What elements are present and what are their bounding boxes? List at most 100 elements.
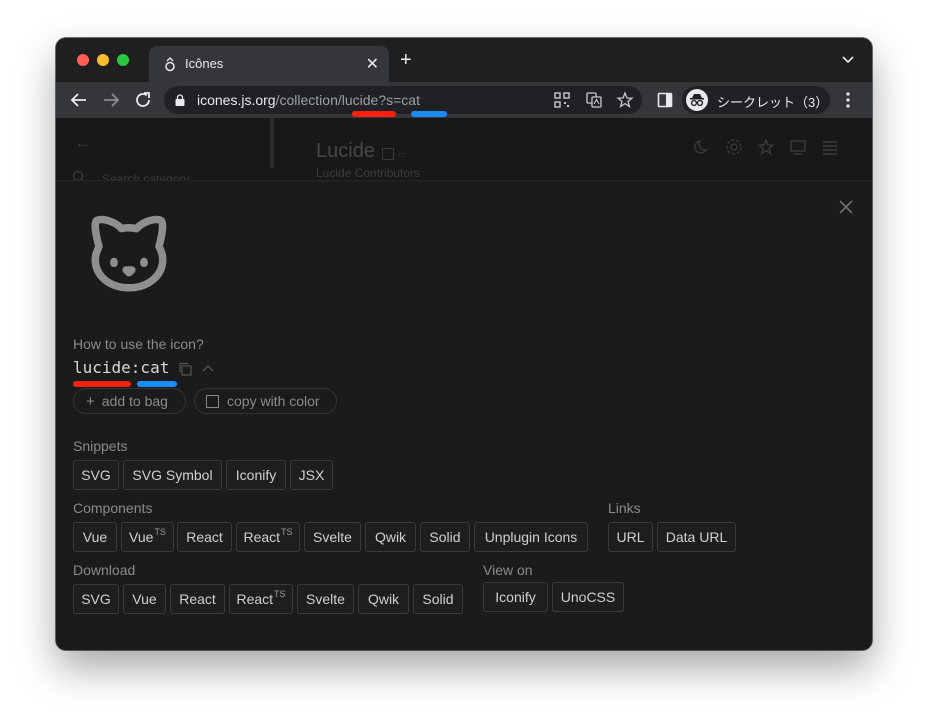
bookmark-star-icon[interactable] <box>616 91 634 109</box>
component-solid-button[interactable]: Solid <box>420 522 470 552</box>
chip-label: Solid <box>429 529 461 545</box>
download-label: Download <box>73 562 136 578</box>
collection-title: Lucide <box>316 140 375 162</box>
view-on-unocss-button[interactable]: UnoCSS <box>552 582 624 612</box>
favicon-icon <box>165 57 175 72</box>
download-solid-button[interactable]: Solid <box>413 584 463 614</box>
name-underline-annotation <box>137 381 177 387</box>
forward-arrow-icon[interactable] <box>100 89 122 111</box>
icon-identifier[interactable]: lucide:cat <box>73 358 169 377</box>
chip-label: Unplugin Icons <box>484 529 578 545</box>
snippet-iconify-button[interactable]: Iconify <box>226 460 286 490</box>
side-panel-icon[interactable] <box>657 92 673 108</box>
tab-search-chevron-icon[interactable] <box>842 54 854 64</box>
lock-icon <box>175 94 185 106</box>
chip-label: Solid <box>422 591 454 607</box>
download-react-ts-button[interactable]: React TS <box>229 584 293 614</box>
chip-label: React <box>243 529 281 545</box>
back-arrow-icon[interactable] <box>68 89 90 111</box>
download-svelte-button[interactable]: Svelte <box>297 584 354 614</box>
chip-label: Vue <box>132 591 157 607</box>
browser-menu-icon[interactable] <box>846 92 850 108</box>
close-icon[interactable] <box>838 199 854 215</box>
external-link-icon <box>382 148 394 160</box>
window-close-button[interactable] <box>77 54 89 66</box>
incognito-icon <box>686 89 708 111</box>
usage-heading: How to use the icon? <box>73 336 204 352</box>
download-svg-button[interactable]: SVG <box>73 584 119 614</box>
gear-icon <box>726 139 742 155</box>
component-vue-ts-button[interactable]: Vue TS <box>121 522 174 552</box>
incognito-label: シークレット（3） <box>717 95 829 110</box>
copy-with-color-label: copy with color <box>227 393 320 409</box>
sidebar-divider <box>270 118 274 168</box>
list-icon <box>823 141 837 155</box>
components-label: Components <box>73 500 153 516</box>
chip-label: Svelte <box>306 591 345 607</box>
plus-icon: + <box>86 392 95 410</box>
chip-sup: TS <box>281 527 293 537</box>
tab-strip: Icônes ✕ + <box>56 38 872 82</box>
search-underline-annotation <box>411 111 447 117</box>
icon-detail-panel: How to use the icon? lucide:cat + add to… <box>56 180 872 650</box>
chip-sup: TS <box>154 527 166 537</box>
chip-label: Qwik <box>367 591 400 607</box>
view-on-label: View on <box>483 562 533 578</box>
chevron-up-icon[interactable] <box>202 364 214 372</box>
snippet-svg-symbol-button[interactable]: SVG Symbol <box>123 460 222 490</box>
url-text: icones.js.org/collection/lucide?s=cat <box>197 92 420 108</box>
chip-sup: TS <box>274 589 286 599</box>
add-to-bag-button[interactable]: + add to bag <box>73 388 186 414</box>
copy-with-color-toggle[interactable]: copy with color <box>194 388 337 414</box>
collection-author: Lucide Contributors <box>316 166 421 180</box>
tab-close-icon[interactable]: ✕ <box>366 54 379 74</box>
download-react-button[interactable]: React <box>170 584 225 614</box>
incognito-profile-button[interactable]: シークレット（3） <box>682 86 830 114</box>
component-react-button[interactable]: React <box>177 522 232 552</box>
chip-label: SVG <box>81 591 111 607</box>
chip-label: Svelte <box>313 529 352 545</box>
chip-label: Vue <box>82 529 108 545</box>
copy-icon[interactable] <box>178 362 192 376</box>
select-icon <box>790 140 806 155</box>
link-data-url-button[interactable]: Data URL <box>657 522 736 552</box>
browser-tab[interactable]: Icônes ✕ <box>149 46 389 82</box>
add-to-bag-label: add to bag <box>101 393 168 409</box>
address-bar[interactable]: icones.js.org/collection/lucide?s=cat <box>164 86 642 114</box>
collection-underline-annotation <box>352 111 396 117</box>
tab-title: Icônes <box>185 56 224 71</box>
chip-label: React <box>236 591 274 607</box>
download-qwik-button[interactable]: Qwik <box>358 584 409 614</box>
component-qwik-button[interactable]: Qwik <box>365 522 416 552</box>
links-label: Links <box>608 500 641 516</box>
download-vue-button[interactable]: Vue <box>123 584 166 614</box>
back-arrow-icon: ← <box>74 132 92 152</box>
snippet-svg-button[interactable]: SVG <box>73 460 119 490</box>
window-minimize-button[interactable] <box>97 54 109 66</box>
snippets-label: Snippets <box>73 438 128 454</box>
component-svelte-button[interactable]: Svelte <box>304 522 361 552</box>
component-unplugin-icons-button[interactable]: Unplugin Icons <box>474 522 588 552</box>
checkbox-icon <box>206 394 219 408</box>
link-url-button[interactable]: URL <box>608 522 653 552</box>
window-maximize-button[interactable] <box>117 54 129 66</box>
new-tab-icon[interactable]: + <box>400 50 412 70</box>
license-tag-icon: ▭ <box>398 150 406 159</box>
chip-label: React <box>186 529 223 545</box>
snippet-jsx-button[interactable]: JSX <box>290 460 333 490</box>
moon-icon <box>694 140 708 154</box>
translate-icon[interactable] <box>585 91 603 109</box>
component-react-ts-button[interactable]: React TS <box>236 522 300 552</box>
url-path: /collection/lucide?s=cat <box>275 92 420 108</box>
browser-toolbar: icones.js.org/collection/lucide?s=cat シー… <box>56 82 872 118</box>
cat-icon <box>91 215 167 292</box>
chip-label: Qwik <box>374 529 407 545</box>
prefix-underline-annotation <box>73 381 131 387</box>
browser-window: Icônes ✕ + icones.js.org/collection/luci… <box>56 38 872 650</box>
qr-code-icon[interactable] <box>553 91 571 109</box>
chip-label: React <box>179 591 216 607</box>
component-vue-button[interactable]: Vue <box>73 522 117 552</box>
reload-icon[interactable] <box>132 89 154 111</box>
star-icon <box>757 138 775 156</box>
view-on-iconify-button[interactable]: Iconify <box>483 582 548 612</box>
